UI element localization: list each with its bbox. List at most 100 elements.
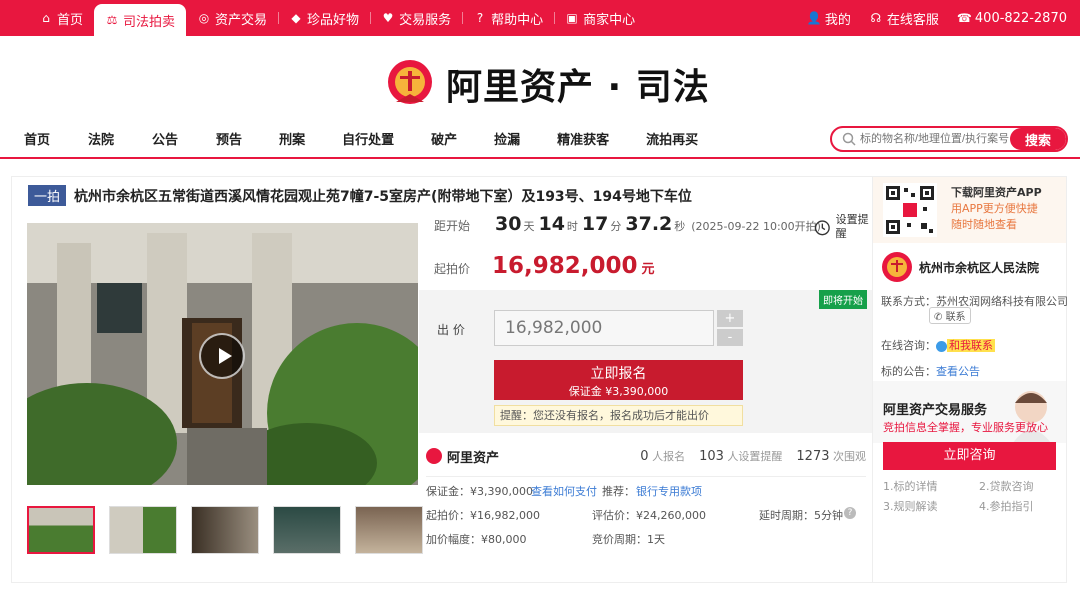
top-nav-merchant[interactable]: ▣ 商家中心 xyxy=(554,0,646,36)
court-seal-icon xyxy=(882,252,912,282)
search-bar: 搜索 xyxy=(830,126,1068,152)
consult-now-button[interactable]: 立即咨询 xyxy=(883,442,1056,470)
bid-box: 即将开始 出 价 16,982,000 + - 立即报名 保证金 ¥3,390,… xyxy=(419,290,873,433)
cat-announcement[interactable]: 公告 xyxy=(152,129,178,148)
reminder-label: 设置提醒 xyxy=(835,213,869,240)
main-photo[interactable] xyxy=(27,223,418,485)
app-download-box[interactable]: 下载阿里资产APP 用APP更方便快捷 随时随地查看 xyxy=(873,177,1066,243)
countdown-label: 距开始 xyxy=(434,219,471,233)
countdown-seconds: 37.2 xyxy=(625,213,673,235)
countdown-row: 距开始 30 天 14 时 17 分 37.2 秒 (2025-09-22 10:00开… xyxy=(434,213,821,235)
top-nav-home[interactable]: ⌂ 首页 xyxy=(28,0,94,36)
help-icon[interactable]: ? xyxy=(844,507,856,519)
bid-decrease-button[interactable]: - xyxy=(717,329,743,346)
top-nav-help[interactable]: ? 帮助中心 xyxy=(462,0,554,36)
platform-name: 阿里资产 xyxy=(447,450,500,466)
contact-row: 联系方式：苏州农润网络科技有限公司 xyxy=(881,293,1068,309)
thumbnail-3[interactable] xyxy=(191,506,259,554)
court-emblem-icon xyxy=(388,60,432,104)
status-badge: 即将开始 xyxy=(819,290,867,309)
right-sidebar: 下载阿里资产APP 用APP更方便快捷 随时随地查看 杭州市余杭区人民法院 联系… xyxy=(872,176,1068,583)
online-consult-label: 在线咨询： xyxy=(881,339,936,352)
asset-icon: ◎ xyxy=(198,11,210,25)
bank-payment-link[interactable]: 银行专用款项 xyxy=(636,483,702,499)
gavel-icon: ⚖ xyxy=(106,13,118,27)
top-nav-judicial-auction[interactable]: ⚖ 司法拍卖 xyxy=(94,4,187,36)
countdown-hours: 14 xyxy=(538,213,565,235)
search-input[interactable] xyxy=(860,129,1010,149)
deposit-info: 保证金：¥3,390,000 xyxy=(426,485,533,498)
alarm-clock-icon xyxy=(814,220,830,236)
phone-number: 400-822-2870 xyxy=(974,10,1067,26)
bid-period: 竞价周期：1天 xyxy=(592,533,665,546)
top-nav-label: 商家中心 xyxy=(583,12,636,28)
contact-chip-label: 联系 xyxy=(945,312,966,323)
top-nav-label: 司法拍卖 xyxy=(123,14,176,30)
online-consult-row: 在线咨询： 和我联系 xyxy=(881,337,995,353)
bid-increase-button[interactable]: + xyxy=(717,310,743,327)
start-price-unit: 元 xyxy=(641,262,655,277)
online-service-link[interactable]: ☊ 在线客服 xyxy=(869,9,939,28)
step-item-rules[interactable]: 3.规则解读 xyxy=(883,497,979,517)
thumbnail-strip xyxy=(27,506,423,554)
cat-self-disposal[interactable]: 自行处置 xyxy=(342,129,394,148)
cat-resale[interactable]: 流拍再买 xyxy=(646,129,698,148)
qr-code-icon xyxy=(883,183,937,237)
top-nav: ⌂ 首页 ⚖ 司法拍卖 ◎ 资产交易 ◆ 珍品好物 ♥ 交易服务 ? 帮助中心 ▣ 商家中心 xyxy=(28,0,646,36)
step-item-guide[interactable]: 4.参拍指引 xyxy=(979,497,1055,517)
register-tip: 提醒：您还没有报名，报名成功后才能出价 xyxy=(494,405,743,426)
top-nav-treasures[interactable]: ◆ 珍品好物 xyxy=(278,0,370,36)
register-label: 立即报名 xyxy=(590,366,647,382)
play-video-button[interactable] xyxy=(199,333,245,379)
top-nav-asset-trade[interactable]: ◎ 资产交易 xyxy=(186,0,278,36)
thumbnail-2[interactable] xyxy=(109,506,177,554)
unit-minute: 分 xyxy=(610,220,622,233)
court-info[interactable]: 杭州市余杭区人民法院 xyxy=(881,251,1039,283)
cat-bargain[interactable]: 捡漏 xyxy=(494,129,520,148)
cat-court[interactable]: 法院 xyxy=(88,129,114,148)
shop-icon: ▣ xyxy=(566,11,578,25)
trade-service-banner[interactable]: 阿里资产交易服务 竞拍信息全掌握，专业服务更放心 xyxy=(873,381,1066,443)
search-button[interactable]: 搜索 xyxy=(1010,128,1066,150)
view-notice-link[interactable]: 查看公告 xyxy=(936,365,980,378)
thumbnail-4[interactable] xyxy=(273,506,341,554)
nav-divider xyxy=(0,157,1080,159)
details-divider xyxy=(426,476,866,477)
thumbnail-5[interactable] xyxy=(355,506,423,554)
cat-bankruptcy[interactable]: 破产 xyxy=(431,129,457,148)
set-reminder-button[interactable]: 设置提醒 xyxy=(813,213,873,241)
phone-link[interactable]: ☎ 400-822-2870 xyxy=(957,11,1067,26)
thumbnail-1[interactable] xyxy=(27,506,95,554)
chat-icon xyxy=(936,340,947,352)
register-button[interactable]: 立即报名 保证金 ¥3,390,000 xyxy=(494,360,743,400)
bid-amount-field[interactable]: 16,982,000 xyxy=(494,310,714,346)
reminder-count: 103 xyxy=(699,449,724,464)
item-title: 杭州市余杭区五常街道西溪风情花园观止苑7幢7-5室房产(附带地下室）及193号、… xyxy=(74,188,692,205)
cat-home[interactable]: 首页 xyxy=(24,129,50,148)
cat-preview[interactable]: 预告 xyxy=(216,129,242,148)
app-title: 下载阿里资产APP xyxy=(951,186,1042,199)
brand-logo[interactable]: 阿里资产 · 司法 xyxy=(386,56,710,112)
start-price-detail: 起拍价：¥16,982,000 xyxy=(426,509,540,522)
auction-start-time: (2025-09-22 10:00开拍) xyxy=(691,220,821,233)
start-price-value: 16,982,000 xyxy=(492,253,638,279)
contact-label: 联系方式： xyxy=(881,295,936,308)
top-nav-label: 资产交易 xyxy=(215,12,268,28)
brand-name: 阿里资产 · 司法 xyxy=(446,67,710,108)
how-to-pay-link[interactable]: 查看如何支付 xyxy=(531,483,597,499)
step-item-loan[interactable]: 2.贷款咨询 xyxy=(979,477,1055,497)
chat-with-me-link[interactable]: 和我联系 xyxy=(947,339,995,352)
delay-period: 延时周期：5分钟 xyxy=(759,509,843,522)
top-nav-label: 交易服务 xyxy=(399,12,452,28)
my-account-link[interactable]: 👤 我的 xyxy=(807,9,851,28)
cat-precision[interactable]: 精准获客 xyxy=(557,129,609,148)
auction-stats: 0 人报名 103 人设置提醒 1273 次围观 xyxy=(640,448,866,464)
cat-criminal[interactable]: 刑案 xyxy=(279,129,305,148)
bid-label: 出 价 xyxy=(437,323,465,337)
top-nav-trade-service[interactable]: ♥ 交易服务 xyxy=(370,0,462,36)
service-subtitle: 竞拍信息全掌握，专业服务更放心 xyxy=(883,421,1048,434)
contact-chip[interactable]: ✆ 联系 xyxy=(929,307,971,324)
step-item-detail[interactable]: 1.标的详情 xyxy=(883,477,979,497)
service-steps: 1.标的详情 2.贷款咨询 3.规则解读 4.参拍指引 xyxy=(883,477,1058,517)
view-count: 1273 xyxy=(796,449,830,464)
